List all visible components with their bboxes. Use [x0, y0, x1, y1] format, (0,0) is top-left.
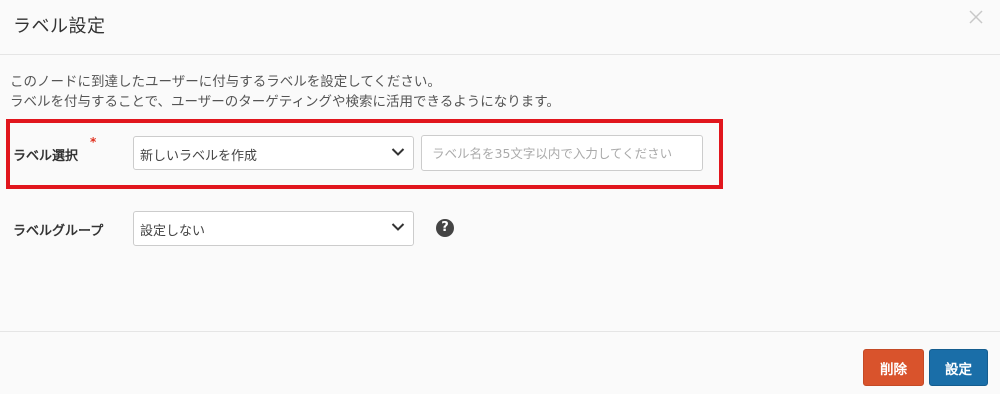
label-group-label: ラベルグループ: [13, 224, 104, 239]
dialog-title: ラベル設定: [13, 16, 106, 37]
question-circle-icon[interactable]: ?: [436, 219, 454, 237]
label-group-value: 設定しない: [140, 224, 206, 239]
close-icon[interactable]: [966, 7, 986, 27]
label-name-input[interactable]: [421, 135, 703, 171]
label-select-dropdown[interactable]: 新しいラベルを作成: [133, 136, 414, 170]
label-select-label: ラベル選択: [13, 149, 79, 164]
delete-button[interactable]: 削除: [863, 349, 924, 386]
description-line-2: ラベルを付与することで、ユーザーのターゲティングや検索に活用できるようになります…: [10, 94, 560, 110]
description-line-1: このノードに到達したユーザーに付与するラベルを設定してください。: [10, 74, 441, 90]
label-select-value: 新しいラベルを作成: [140, 149, 258, 164]
chevron-down-icon: [391, 223, 405, 231]
chevron-down-icon: [391, 148, 405, 156]
label-group-dropdown[interactable]: 設定しない: [133, 211, 414, 246]
dialog-header: ラベル設定: [0, 0, 1000, 55]
save-button[interactable]: 設定: [929, 349, 988, 386]
footer-divider: [0, 331, 1000, 332]
dialog-description: このノードに到達したユーザーに付与するラベルを設定してください。 ラベルを付与す…: [10, 72, 990, 112]
required-mark: *: [90, 135, 97, 149]
